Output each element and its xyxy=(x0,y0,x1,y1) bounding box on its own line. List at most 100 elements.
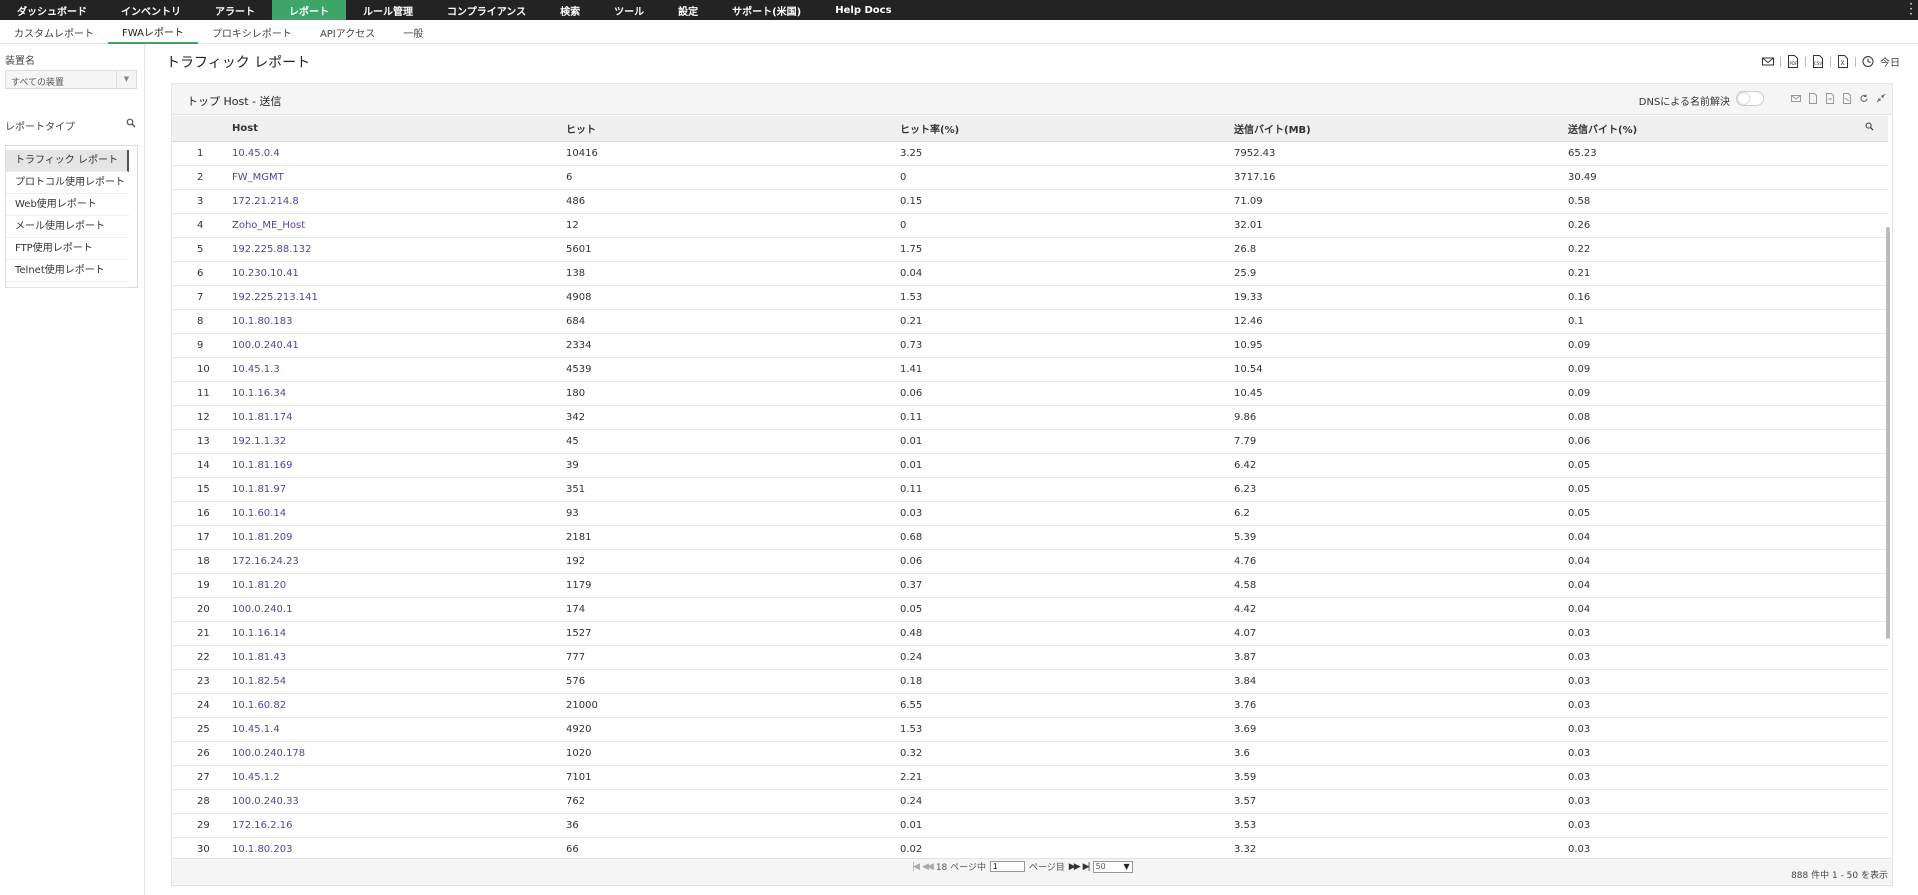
tab-fwa-reports[interactable]: FWAレポート xyxy=(108,20,198,44)
host-link[interactable]: 172.16.24.23 xyxy=(232,549,566,574)
nav-reports[interactable]: レポート xyxy=(272,0,346,20)
table-row: 21 10.1.16.14 1527 0.48 4.07 0.03 xyxy=(172,621,1888,646)
table-row: 22 10.1.81.43 777 0.24 3.87 0.03 xyxy=(172,645,1888,670)
search-icon[interactable] xyxy=(126,118,136,128)
nav-alerts[interactable]: アラート xyxy=(198,0,272,20)
host-link[interactable]: Zoho_ME_Host xyxy=(232,213,566,238)
host-link[interactable]: 10.45.1.2 xyxy=(232,765,566,790)
toggle-knob xyxy=(1738,93,1749,104)
nav-settings[interactable]: 設定 xyxy=(661,0,715,20)
host-link[interactable]: FW_MGMT xyxy=(232,165,566,190)
row-index: 30 xyxy=(172,837,232,858)
tab-api-access[interactable]: APIアクセス xyxy=(306,20,389,44)
sent-bytes-percent-cell: 0.03 xyxy=(1568,837,1888,858)
report-item-web[interactable]: Web使用レポート xyxy=(6,194,129,216)
host-link[interactable]: 10.1.80.183 xyxy=(232,309,566,334)
host-link[interactable]: 10.230.10.41 xyxy=(232,261,566,286)
next-page-icon[interactable]: ▶▶ xyxy=(1069,862,1081,872)
tab-general[interactable]: 一般 xyxy=(389,20,437,44)
tab-proxy-reports[interactable]: プロキシレポート xyxy=(198,20,306,44)
nav-compliance[interactable]: コンプライアンス xyxy=(430,0,543,20)
host-link[interactable]: 10.1.60.14 xyxy=(232,501,566,526)
table-body: 1 10.45.0.4 10416 3.25 7952.43 65.23 2 FW_MGMT 6… xyxy=(172,141,1888,858)
nav-dashboard[interactable]: ダッシュボード xyxy=(0,0,104,20)
host-link[interactable]: 192.1.1.32 xyxy=(232,429,566,454)
nav-support[interactable]: サポート(米国) xyxy=(715,0,818,20)
host-link[interactable]: 10.1.81.174 xyxy=(232,405,566,430)
host-link[interactable]: 100.0.240.33 xyxy=(232,789,566,814)
table-row: 7 192.225.213.141 4908 1.53 19.33 0.16 xyxy=(172,285,1888,310)
svg-text:PDF: PDF xyxy=(1790,61,1798,66)
host-link[interactable]: 100.0.240.41 xyxy=(232,333,566,358)
host-link[interactable]: 10.45.1.4 xyxy=(232,717,566,742)
more-menu-icon[interactable]: · · · xyxy=(1908,0,1914,20)
report-item-ftp[interactable]: FTP使用レポート xyxy=(6,238,129,260)
collapse-icon[interactable] xyxy=(1876,93,1886,104)
host-link[interactable]: 100.0.240.178 xyxy=(232,741,566,766)
hits-cell: 138 xyxy=(566,261,900,286)
row-index: 19 xyxy=(172,573,232,598)
dns-resolve-toggle[interactable] xyxy=(1736,91,1764,106)
device-select[interactable]: すべての装置 ▼ xyxy=(5,70,137,89)
nav-tools[interactable]: ツール xyxy=(597,0,661,20)
sent-bytes-percent-cell: 0.04 xyxy=(1568,597,1888,622)
sent-bytes-cell: 3717.16 xyxy=(1234,165,1568,190)
column-header-sent-bytes[interactable]: 送信バイト(MB) xyxy=(1234,116,1568,142)
email-icon[interactable] xyxy=(1762,55,1774,68)
last-page-icon[interactable]: ▶| xyxy=(1083,862,1091,872)
first-page-icon[interactable]: |◀ xyxy=(912,862,920,872)
csv-icon[interactable] xyxy=(1825,93,1835,104)
host-link[interactable]: 10.1.16.34 xyxy=(232,381,566,406)
host-link[interactable]: 10.1.81.169 xyxy=(232,453,566,478)
report-item-protocol[interactable]: プロトコル使用レポート xyxy=(6,172,129,194)
host-link[interactable]: 10.1.16.14 xyxy=(232,621,566,646)
nav-help-docs[interactable]: Help Docs xyxy=(818,0,908,20)
host-link[interactable]: 10.1.81.97 xyxy=(232,477,566,502)
host-link[interactable]: 10.1.80.203 xyxy=(232,837,566,858)
host-link[interactable]: 10.45.0.4 xyxy=(232,141,566,166)
hits-cell: 10416 xyxy=(566,141,900,166)
sent-bytes-percent-cell: 0.1 xyxy=(1568,309,1888,334)
sent-bytes-percent-cell: 0.03 xyxy=(1568,789,1888,814)
pdf-icon[interactable]: PDF xyxy=(1787,55,1799,68)
report-item-traffic[interactable]: トラフィック レポート xyxy=(6,150,129,172)
clock-icon[interactable] xyxy=(1862,55,1874,68)
hits-cell: 6 xyxy=(566,165,900,190)
host-link[interactable]: 10.45.1.3 xyxy=(232,357,566,382)
page-size-select[interactable]: 50 ▼ xyxy=(1092,860,1133,873)
nav-search[interactable]: 検索 xyxy=(543,0,597,20)
hits-cell: 21000 xyxy=(566,693,900,718)
time-range-label[interactable]: 今日 xyxy=(1880,54,1900,69)
host-link[interactable]: 10.1.81.43 xyxy=(232,645,566,670)
sent-bytes-cell: 9.86 xyxy=(1234,405,1568,430)
host-link[interactable]: 10.1.81.209 xyxy=(232,525,566,550)
host-link[interactable]: 172.16.2.16 xyxy=(232,813,566,838)
vertical-scrollbar[interactable] xyxy=(1886,227,1890,639)
email-icon[interactable] xyxy=(1791,93,1801,104)
previous-page-icon[interactable]: ◀◀ xyxy=(922,862,934,872)
nav-rule-management[interactable]: ルール管理 xyxy=(346,0,430,20)
pdf-icon[interactable] xyxy=(1808,93,1818,104)
nav-inventory[interactable]: インベントリ xyxy=(104,0,198,20)
excel-icon[interactable] xyxy=(1842,93,1852,104)
host-link[interactable]: 10.1.60.82 xyxy=(232,693,566,718)
host-link[interactable]: 172.21.214.8 xyxy=(232,189,566,214)
host-link[interactable]: 10.1.81.20 xyxy=(232,573,566,598)
sent-bytes-cell: 3.32 xyxy=(1234,837,1568,858)
search-icon[interactable] xyxy=(1865,122,1874,131)
host-link[interactable]: 100.0.240.1 xyxy=(232,597,566,622)
host-link[interactable]: 10.1.82.54 xyxy=(232,669,566,694)
column-header-hit-rate[interactable]: ヒット率(%) xyxy=(900,116,1234,142)
column-header-hits[interactable]: ヒット xyxy=(566,116,900,142)
report-item-telnet[interactable]: Telnet使用レポート xyxy=(6,260,129,282)
column-header-sent-bytes-percent[interactable]: 送信バイト(%) xyxy=(1568,116,1888,142)
host-link[interactable]: 192.225.213.141 xyxy=(232,285,566,310)
csv-icon[interactable]: CSV xyxy=(1812,55,1824,68)
report-item-mail[interactable]: メール使用レポート xyxy=(6,216,129,238)
column-header-host[interactable]: Host xyxy=(232,116,566,142)
host-link[interactable]: 192.225.88.132 xyxy=(232,237,566,262)
excel-icon[interactable]: X xyxy=(1837,55,1849,68)
refresh-icon[interactable] xyxy=(1859,93,1869,104)
current-page-input[interactable] xyxy=(989,861,1025,872)
tab-custom-reports[interactable]: カスタムレポート xyxy=(0,20,108,44)
